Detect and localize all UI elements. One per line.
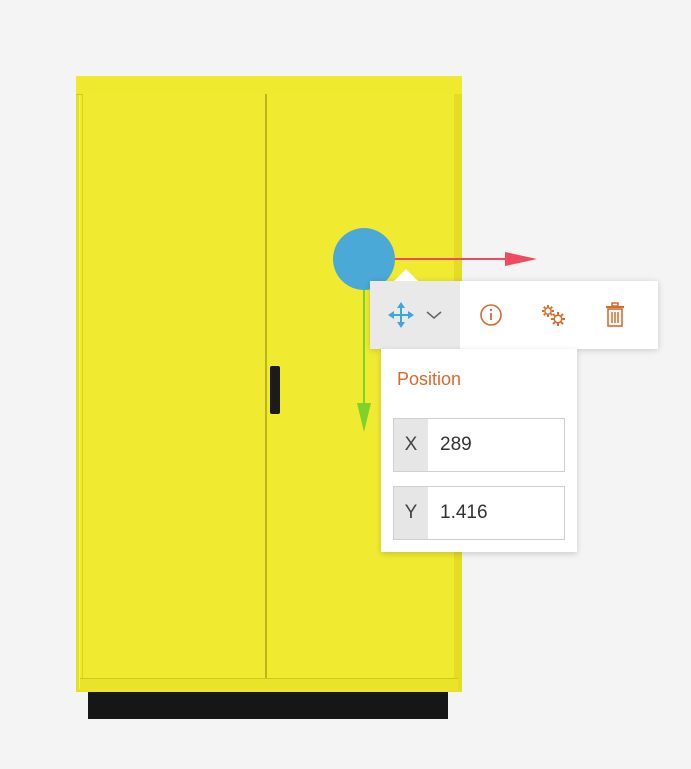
settings-button[interactable]	[522, 281, 584, 349]
position-y-field[interactable]: Y 1.416	[393, 486, 565, 540]
position-y-input[interactable]: 1.416	[428, 487, 564, 539]
cabinet-plinth	[88, 689, 448, 719]
cabinet-door-left	[82, 94, 266, 678]
move-arrows-icon	[387, 301, 415, 329]
trash-icon	[604, 302, 626, 328]
gears-icon	[539, 302, 567, 328]
info-button[interactable]	[460, 281, 522, 349]
position-panel-title: Position	[397, 369, 462, 389]
object-toolbar	[370, 269, 658, 349]
position-x-label: X	[394, 419, 428, 471]
cabinet-top-panel	[76, 76, 462, 95]
chevron-down-icon[interactable]	[425, 309, 443, 321]
position-x-input[interactable]: 289	[428, 419, 564, 471]
position-x-field[interactable]: X 289	[393, 418, 565, 472]
move-tool-button[interactable]	[370, 281, 460, 349]
position-y-label: Y	[394, 487, 428, 539]
3d-viewport[interactable]: Position X 289 Y 1.416	[0, 0, 691, 769]
x-axis-arrowhead[interactable]	[505, 252, 537, 266]
position-panel: Position X 289 Y 1.416	[381, 349, 577, 552]
delete-button[interactable]	[584, 281, 646, 349]
cabinet-door-handle	[270, 366, 280, 414]
cabinet-door-seam	[265, 94, 267, 678]
cabinet-bottom-edge	[80, 678, 458, 691]
info-icon	[479, 303, 503, 327]
